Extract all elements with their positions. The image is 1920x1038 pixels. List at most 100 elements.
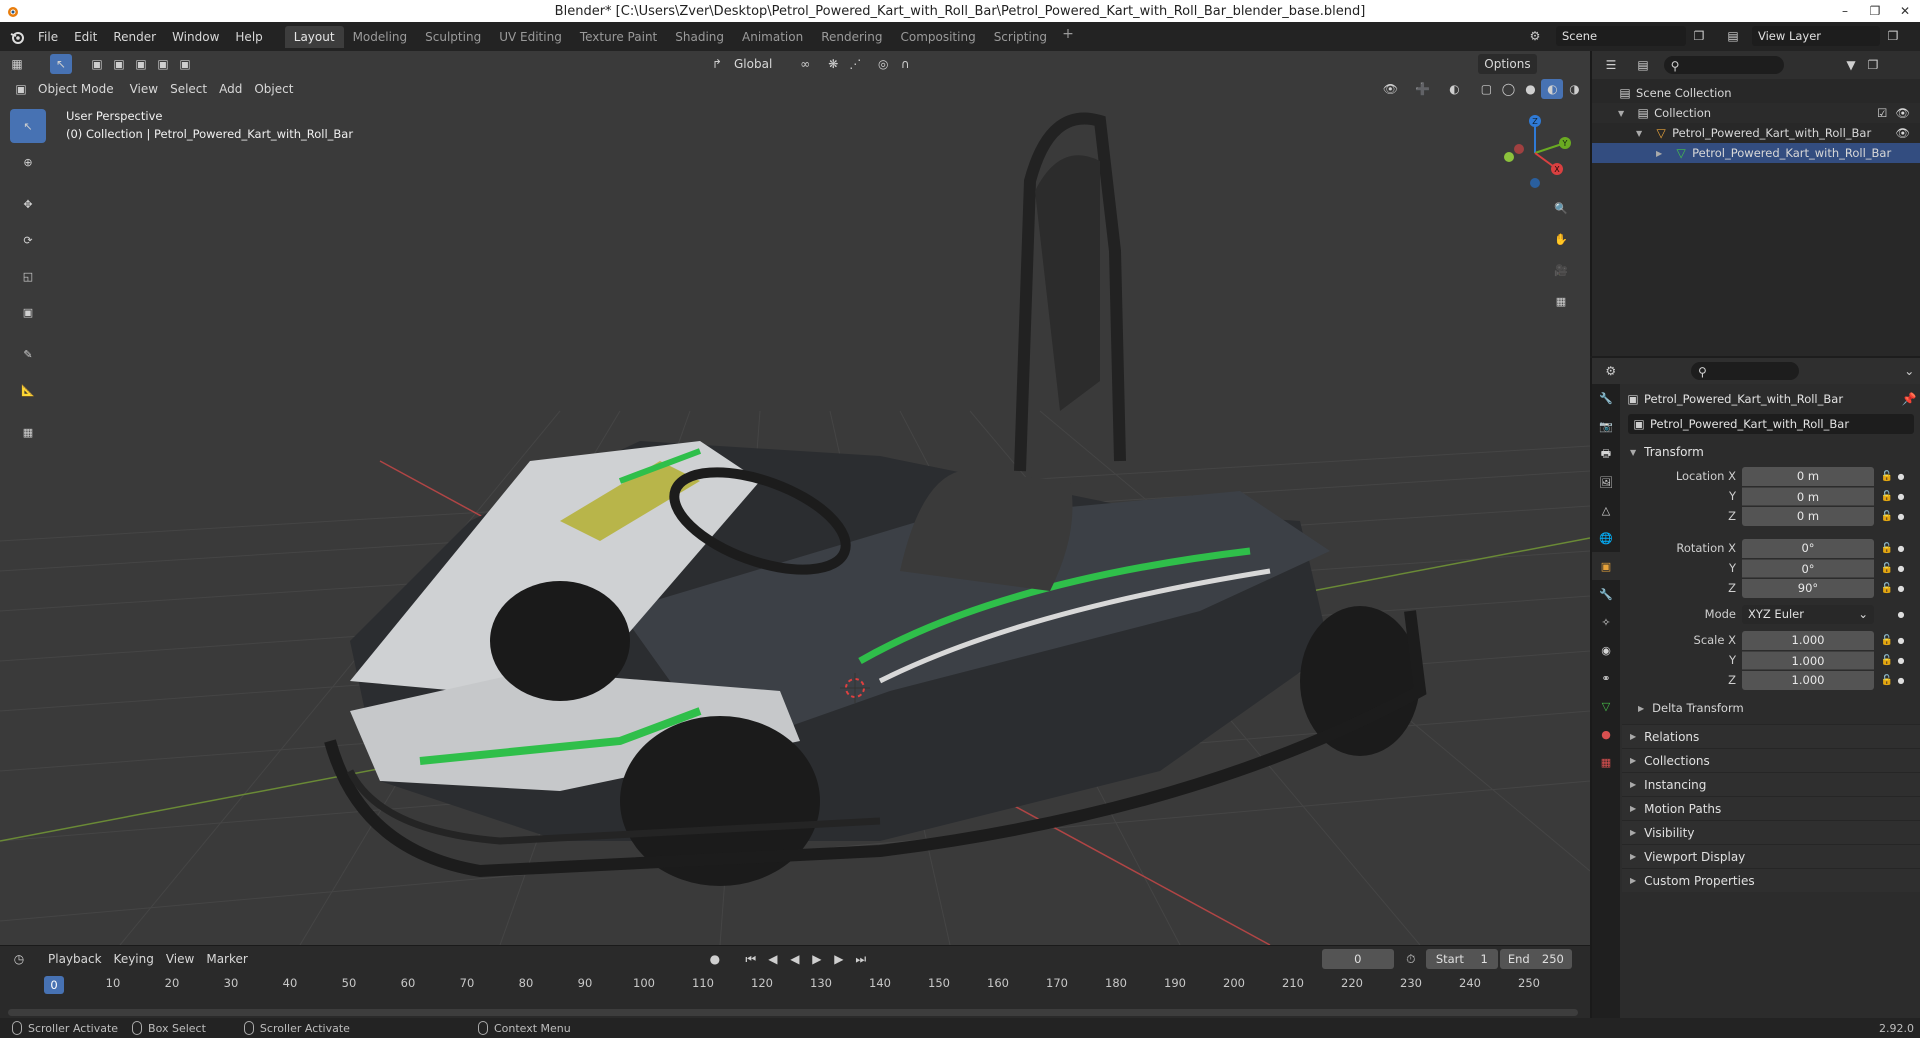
- select-subtract-icon[interactable]: ▣: [130, 54, 152, 74]
- minimize-button[interactable]: –: [1830, 0, 1860, 22]
- rotation-y-field[interactable]: 0°: [1742, 558, 1874, 578]
- play-reverse-icon[interactable]: ◀: [784, 949, 806, 969]
- timeline-editor-type-icon[interactable]: ◷: [8, 949, 30, 969]
- tool-tab-icon[interactable]: 🔧: [1592, 384, 1620, 412]
- outliner-row-mesh-data[interactable]: ▶ ▽ Petrol_Powered_Kart_with_Roll_Bar: [1592, 143, 1920, 163]
- rotate-tool-icon[interactable]: ⟳: [10, 223, 46, 257]
- play-icon[interactable]: ▶: [806, 949, 828, 969]
- outliner-row-collection[interactable]: ▼ ▤ Collection ☑ 👁: [1592, 103, 1920, 123]
- tab-rendering[interactable]: Rendering: [812, 26, 891, 48]
- outliner-row-object[interactable]: ▼ ▽ Petrol_Powered_Kart_with_Roll_Bar 👁: [1592, 123, 1920, 143]
- annotate-tool-icon[interactable]: ✎: [10, 337, 46, 371]
- select-new-icon[interactable]: ▣: [86, 54, 108, 74]
- cursor-tool-icon[interactable]: ⊕: [10, 145, 46, 179]
- scale-z-field[interactable]: 1.000: [1742, 670, 1874, 690]
- select-box-mode-icon[interactable]: ↖: [50, 54, 72, 74]
- view-layer-tab-icon[interactable]: 🖼: [1592, 468, 1620, 496]
- keyframe-dot-icon[interactable]: ●: [1896, 610, 1906, 619]
- tab-layout[interactable]: Layout: [284, 25, 344, 48]
- properties-editor-type-icon[interactable]: ⚙: [1600, 361, 1621, 381]
- tab-animation[interactable]: Animation: [733, 26, 812, 48]
- outliner-search-input[interactable]: ⚲: [1664, 56, 1784, 74]
- panel-visibility[interactable]: ▶ Visibility: [1622, 820, 1920, 844]
- transform-panel-header[interactable]: ▼ Transform: [1622, 440, 1920, 464]
- navigation-gizmo[interactable]: Z Y X: [1495, 109, 1575, 189]
- timeline-ruler[interactable]: 10 20 30 40 50 60 70 80 90 100 110 120 130 140 150 160 1…: [0, 976, 1590, 996]
- keyframe-dot-icon[interactable]: ●: [1896, 636, 1906, 645]
- expand-arrow-icon[interactable]: ▶: [1656, 149, 1662, 158]
- eye-icon[interactable]: 👁: [1895, 106, 1910, 120]
- measure-tool-icon[interactable]: 📐: [10, 373, 46, 407]
- keyframe-dot-icon[interactable]: ●: [1896, 656, 1906, 665]
- scene-field[interactable]: Scene: [1556, 26, 1686, 46]
- pan-hand-icon[interactable]: ✋: [1548, 226, 1574, 252]
- next-keyframe-icon[interactable]: ▶: [828, 949, 850, 969]
- scale-tool-icon[interactable]: ◱: [10, 259, 46, 293]
- options-dropdown[interactable]: Options: [1478, 54, 1537, 74]
- panel-viewport-display[interactable]: ▶ Viewport Display: [1622, 844, 1920, 868]
- blender-menu-icon[interactable]: [4, 22, 30, 51]
- outliner-row-scene-collection[interactable]: ▤ Scene Collection: [1592, 83, 1920, 103]
- keyframe-dot-icon[interactable]: ●: [1896, 512, 1906, 521]
- menu-help[interactable]: Help: [227, 26, 270, 48]
- output-tab-icon[interactable]: 🖶: [1592, 440, 1620, 468]
- properties-options-icon[interactable]: ⌄: [1899, 361, 1920, 381]
- lock-icon[interactable]: 🔓: [1878, 655, 1896, 666]
- lock-icon[interactable]: 🔓: [1878, 511, 1896, 522]
- tab-modeling[interactable]: Modeling: [344, 26, 417, 48]
- transform-orientation-dropdown[interactable]: Global: [728, 54, 778, 74]
- select-box-tool-icon[interactable]: ↖: [10, 109, 46, 143]
- scene-tab-icon[interactable]: △: [1592, 496, 1620, 524]
- camera-view-icon[interactable]: 🎥: [1548, 257, 1574, 283]
- object-mode-icon[interactable]: ▣: [10, 79, 32, 99]
- prev-keyframe-icon[interactable]: ◀: [762, 949, 784, 969]
- editor-type-icon[interactable]: ▦: [6, 54, 28, 74]
- timeline-scrollbar[interactable]: [8, 1009, 1578, 1016]
- texture-tab-icon[interactable]: ▦: [1592, 748, 1620, 776]
- physics-tab-icon[interactable]: ◉: [1592, 636, 1620, 664]
- close-button[interactable]: ✕: [1890, 0, 1920, 22]
- start-frame-field[interactable]: Start 1: [1425, 949, 1498, 969]
- gizmo-toggle-icon[interactable]: ➕: [1411, 79, 1433, 99]
- outliner-editor-type-icon[interactable]: ☰: [1600, 55, 1622, 75]
- object-name-field[interactable]: ▣ Petrol_Powered_Kart_with_Roll_Bar: [1628, 414, 1914, 434]
- location-x-field[interactable]: 0 m: [1742, 466, 1874, 486]
- tab-uv-editing[interactable]: UV Editing: [490, 26, 571, 48]
- move-tool-icon[interactable]: ✥: [10, 187, 46, 221]
- panel-instancing[interactable]: ▶ Instancing: [1622, 772, 1920, 796]
- lock-icon[interactable]: 🔓: [1878, 675, 1896, 686]
- viewport-menu-select[interactable]: Select: [164, 79, 213, 99]
- pivot-point-icon[interactable]: ∞: [794, 54, 816, 74]
- wireframe-shading-icon[interactable]: ◯: [1497, 79, 1519, 99]
- keyframe-dot-icon[interactable]: ●: [1896, 564, 1906, 573]
- viewport-menu-view[interactable]: View: [124, 79, 164, 99]
- modifier-tab-icon[interactable]: 🔧: [1592, 580, 1620, 608]
- falloff-icon[interactable]: ∩: [894, 54, 916, 74]
- keyframe-dot-icon[interactable]: ●: [1896, 472, 1906, 481]
- rotation-x-field[interactable]: 0°: [1742, 538, 1874, 558]
- constraints-tab-icon[interactable]: ⚭: [1592, 664, 1620, 692]
- rotation-z-field[interactable]: 90°: [1742, 578, 1874, 598]
- lock-icon[interactable]: 🔓: [1878, 471, 1896, 482]
- material-shading-icon[interactable]: ◐: [1541, 79, 1564, 99]
- select-extend-icon[interactable]: ▣: [108, 54, 130, 74]
- expand-arrow-icon[interactable]: ▼: [1618, 109, 1624, 118]
- properties-search-input[interactable]: ⚲: [1691, 362, 1799, 380]
- keyframe-dot-icon[interactable]: ●: [1896, 544, 1906, 553]
- timeline-menu-view[interactable]: View: [160, 949, 200, 969]
- viewport-menu-add[interactable]: Add: [213, 79, 248, 99]
- snap-increment-icon[interactable]: ⋰: [844, 54, 866, 74]
- keyframe-dot-icon[interactable]: ●: [1896, 492, 1906, 501]
- lock-icon[interactable]: 🔓: [1878, 635, 1896, 646]
- include-checkbox-icon[interactable]: ☑: [1877, 106, 1887, 120]
- solid-shading-icon[interactable]: ●: [1519, 79, 1541, 99]
- new-scene-icon[interactable]: ❐: [1688, 26, 1710, 46]
- 3d-viewport[interactable]: ▦ ↖ ▣ ▣ ▣ ▣ ▣ ↱ Global ∞ ❋ ⋰ ◎ ∩ Options…: [0, 51, 1590, 945]
- menu-window[interactable]: Window: [164, 26, 227, 48]
- panel-collections[interactable]: ▶ Collections: [1622, 748, 1920, 772]
- object-tab-icon[interactable]: ▣: [1592, 552, 1620, 580]
- select-invert-icon[interactable]: ▣: [152, 54, 174, 74]
- display-mode-icon[interactable]: ▤: [1632, 55, 1654, 75]
- tab-texture-paint[interactable]: Texture Paint: [571, 26, 666, 48]
- rotation-mode-dropdown[interactable]: XYZ Euler ⌄: [1742, 604, 1874, 624]
